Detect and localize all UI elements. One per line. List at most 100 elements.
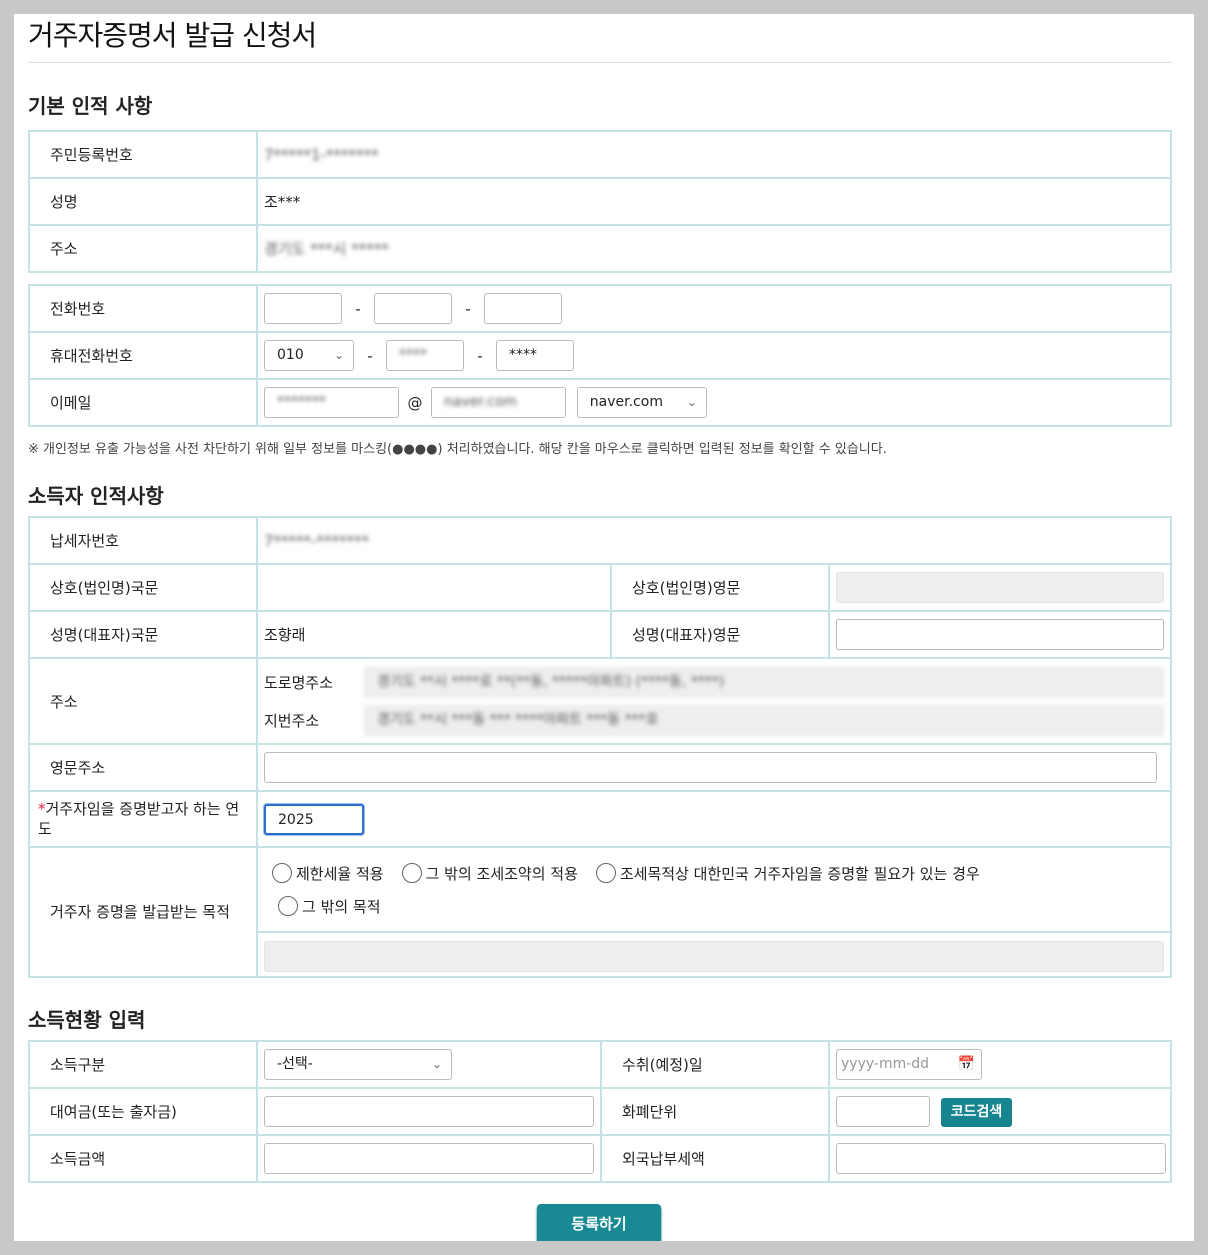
currency-label: 화폐단위 xyxy=(600,1087,830,1136)
purpose-radio-3[interactable]: 조세목적상 대한민국 거주자임을 증명할 필요가 있는 경우 xyxy=(595,863,980,884)
purpose-option-label: 조세목적상 대한민국 거주자임을 증명할 필요가 있는 경우 xyxy=(619,864,980,883)
road-address-row: 도로명주소 경기도 **시 ****로 **(**동, *****아파트) (*… xyxy=(264,663,1164,701)
submit-button[interactable]: 등록하기 xyxy=(537,1204,661,1241)
taxpayer-value: 7*****-******* xyxy=(264,531,369,550)
year-label: 거주자임을 증명받고자 하는 연도 xyxy=(38,800,240,838)
table-row: 성명 조*** xyxy=(28,177,1172,226)
email-at: @ xyxy=(407,393,423,412)
table-row: 소득금액 외국납부세액 xyxy=(28,1134,1172,1183)
purpose-radio-row: 제한세율 적용 그 밖의 조세조약의 적용 조세목적상 대한민국 거주자임을 증… xyxy=(272,863,1164,884)
foreign-tax-input[interactable] xyxy=(836,1143,1166,1174)
chevron-down-icon: ⌄ xyxy=(686,395,697,409)
email-domain-value: naver.com xyxy=(444,394,518,410)
email-domain-select[interactable]: naver.com ⌄ xyxy=(576,387,707,418)
purpose-detail-input[interactable] xyxy=(264,940,1164,972)
table-row: 주소 경기도 ***시 ***** xyxy=(28,224,1172,273)
purpose-radio-1[interactable]: 제한세율 적용 xyxy=(272,863,384,884)
basic-info-table: 주민등록번호 7*****1-******* 성명 조*** 주소 경기도 **… xyxy=(28,130,1172,273)
mobile-prefix-select[interactable]: 010 ⌄ xyxy=(264,340,354,371)
mobile-last-input[interactable]: **** xyxy=(496,340,574,371)
dash: - xyxy=(465,299,471,318)
rrn-label: 주민등록번호 xyxy=(28,130,258,179)
email-id-value: ******* xyxy=(277,394,326,410)
email-domain-select-value: naver.com xyxy=(589,394,663,410)
code-search-button[interactable]: 코드검색 xyxy=(940,1098,1013,1127)
foreign-tax-label: 외국납부세액 xyxy=(600,1134,830,1183)
income-type-select[interactable]: -선택- ⌄ xyxy=(264,1049,452,1080)
section-title-income-status: 소득현황 입력 xyxy=(28,1008,146,1032)
required-mark: * xyxy=(38,800,46,818)
table-row: 거주자 증명을 발급받는 목적 제한세율 적용 그 밖의 조세조약의 적용 조세… xyxy=(28,846,1172,978)
address-value: 경기도 ***시 ***** xyxy=(264,240,389,258)
table-row: 납세자번호 7*****-******* xyxy=(28,516,1172,565)
income-type-value: -선택- xyxy=(277,1056,313,1072)
road-address-input[interactable]: 경기도 **시 ****로 **(**동, *****아파트) (****동, … xyxy=(364,666,1164,698)
section-title-income-person: 소득자 인적사항 xyxy=(28,484,164,508)
dash: - xyxy=(367,346,373,365)
corp-kr-label: 상호(법인명)국문 xyxy=(28,563,258,612)
table-row: 이메일 ******* @ naver.com naver.com ⌄ xyxy=(28,378,1172,427)
lot-address-row: 지번주소 경기도 **시 ***동 *** ****아파트 ***동 ***호 xyxy=(264,701,1164,739)
table-row: *거주자임을 증명받고자 하는 연도 2025 xyxy=(28,790,1172,848)
table-row: 주민등록번호 7*****1-******* xyxy=(28,130,1172,179)
corp-en-label: 상호(법인명)영문 xyxy=(610,563,830,612)
email-id-input[interactable]: ******* xyxy=(264,387,399,418)
radio-circle-icon xyxy=(278,896,298,916)
table-row: 대여금(또는 출자금) 화폐단위 코드검색 xyxy=(28,1087,1172,1136)
radio-circle-icon xyxy=(272,863,292,883)
phone-label: 전화번호 xyxy=(28,284,258,333)
name-value: 조*** xyxy=(264,193,301,211)
address-label: 주소 xyxy=(28,224,258,273)
taxpayer-label: 납세자번호 xyxy=(28,516,258,565)
radio-circle-icon xyxy=(595,863,616,883)
table-row: 휴대전화번호 010 ⌄ - **** - **** xyxy=(28,331,1172,380)
calendar-icon[interactable]: 📅 xyxy=(958,1050,975,1079)
chevron-down-icon: ⌄ xyxy=(333,348,344,362)
loan-label: 대여금(또는 출자금) xyxy=(28,1087,258,1136)
income-status-table: 소득구분 -선택- ⌄ 수취(예정)일 yyyy-mm-dd 📅 대여금(또는 출자… xyxy=(28,1040,1172,1183)
table-row: 영문주소 xyxy=(28,743,1172,792)
income-address-label: 주소 xyxy=(28,657,258,745)
recv-date-label: 수취(예정)일 xyxy=(600,1040,830,1089)
purpose-option-label: 제한세율 적용 xyxy=(296,864,384,883)
phone-last-input[interactable] xyxy=(484,293,562,324)
lot-address-label: 지번주소 xyxy=(264,711,320,730)
mobile-mid-value: **** xyxy=(399,347,427,363)
recv-date-placeholder: yyyy-mm-dd xyxy=(841,1056,930,1072)
phone-mid-input[interactable] xyxy=(374,293,452,324)
title-divider xyxy=(28,62,1172,63)
year-input[interactable]: 2025 xyxy=(264,803,364,835)
mobile-last-value: **** xyxy=(509,347,537,363)
amount-label: 소득금액 xyxy=(28,1134,258,1183)
purpose-radio-row: 그 밖의 목적 xyxy=(272,896,1164,917)
mobile-prefix-value: 010 xyxy=(277,347,304,363)
year-label-cell: *거주자임을 증명받고자 하는 연도 xyxy=(28,790,258,848)
table-row: 상호(법인명)국문 상호(법인명)영문 xyxy=(28,563,1172,612)
lot-address-input[interactable]: 경기도 **시 ***동 *** ****아파트 ***동 ***호 xyxy=(364,704,1164,736)
name-label: 성명 xyxy=(28,177,258,226)
page-title: 거주자증명서 발급 신청서 xyxy=(28,19,317,52)
recv-date-input[interactable]: yyyy-mm-dd 📅 xyxy=(836,1049,982,1080)
mobile-mid-input[interactable]: **** xyxy=(386,340,464,371)
email-domain-input[interactable]: naver.com xyxy=(431,387,566,418)
corp-kr-value xyxy=(256,563,612,612)
english-address-input[interactable] xyxy=(264,752,1157,783)
purpose-label: 거주자 증명을 발급받는 목적 xyxy=(28,846,258,978)
purpose-radio-4[interactable]: 그 밖의 목적 xyxy=(278,896,381,917)
rep-en-label: 성명(대표자)영문 xyxy=(610,610,830,659)
purpose-radio-2[interactable]: 그 밖의 조세조약의 적용 xyxy=(401,863,578,884)
amount-input[interactable] xyxy=(264,1143,594,1174)
rep-en-input[interactable] xyxy=(836,619,1164,650)
form-container: 거주자증명서 발급 신청서 기본 인적 사항 주민등록번호 7*****1-**… xyxy=(14,14,1194,1241)
road-address-label: 도로명주소 xyxy=(264,673,334,692)
masking-note: ※ 개인정보 유출 가능성을 사전 차단하기 위해 일부 정보를 마스킹(●●●… xyxy=(28,442,887,457)
radio-circle-icon xyxy=(401,863,422,883)
dash: - xyxy=(477,346,483,365)
currency-input[interactable] xyxy=(836,1096,930,1127)
dash: - xyxy=(355,299,361,318)
table-row: 성명(대표자)국문 조향래 성명(대표자)영문 xyxy=(28,610,1172,659)
rrn-value: 7*****1-******* xyxy=(264,145,379,164)
corp-en-input[interactable] xyxy=(836,572,1164,603)
loan-input[interactable] xyxy=(264,1096,594,1127)
phone-area-input[interactable] xyxy=(264,293,342,324)
